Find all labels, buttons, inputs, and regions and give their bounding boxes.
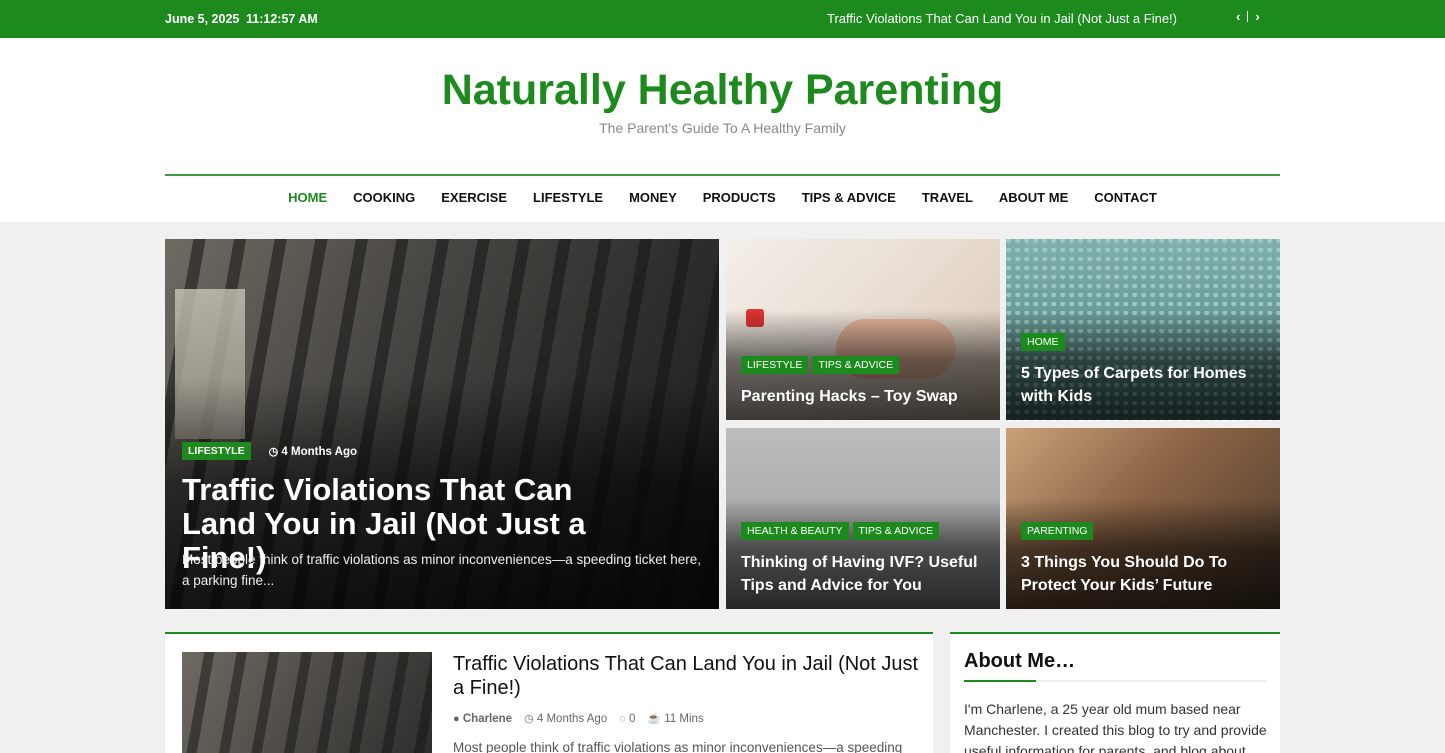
chevron-right-icon[interactable]: › [1255, 9, 1259, 24]
category-tag[interactable]: PARENTING [1021, 522, 1094, 540]
card-tags: PARENTING [1021, 521, 1268, 540]
about-widget: About Me… I'm Charlene, a 25 year old mu… [950, 632, 1280, 753]
post-excerpt: Most people think of traffic violations … [453, 740, 903, 753]
post-list-item: Traffic Violations That Can Land You in … [165, 632, 933, 753]
main-nav: HOME COOKING EXERCISE LIFESTYLE MONEY PR… [0, 190, 1445, 205]
post-card-ivf[interactable]: HEALTH & BEAUTY TIPS & ADVICE Thinking of… [726, 428, 1000, 609]
clock-icon: ◷ [268, 445, 279, 458]
nav-item-cooking[interactable]: COOKING [353, 190, 415, 205]
post-thumbnail[interactable] [182, 652, 432, 753]
post-time: ◷ 4 Months Ago [269, 445, 357, 458]
card-title[interactable]: 3 Things You Should Do To Protect Your K… [1021, 551, 1268, 597]
current-date: June 5, 2025 [165, 12, 240, 26]
post-meta: ● Charlene ◷ 4 Months Ago ◌ 0 ☕ 11 Mins [453, 712, 704, 726]
about-widget-text: I'm Charlene, a 25 year old mum based ne… [964, 701, 1267, 753]
nav-item-lifestyle[interactable]: LIFESTYLE [533, 190, 603, 205]
category-tag[interactable]: HEALTH & BEAUTY [741, 522, 849, 540]
featured-post-excerpt: Most people think of traffic violations … [182, 552, 702, 588]
current-time: 11:12:57 AM [246, 12, 318, 26]
author-name: Charlene [462, 712, 513, 725]
nav-item-money[interactable]: MONEY [629, 190, 677, 205]
post-comments[interactable]: ◌ 0 [619, 713, 635, 725]
card-title[interactable]: Thinking of Having IVF? Useful Tips and … [741, 551, 988, 597]
coffee-icon: ☕ [647, 713, 662, 725]
category-tag[interactable]: LIFESTYLE [741, 356, 809, 374]
card-content: HOME 5 Types of Carpets for Homes with K… [1021, 332, 1268, 408]
card-tags: HEALTH & BEAUTY TIPS & ADVICE [741, 521, 988, 540]
nav-item-home[interactable]: HOME [288, 190, 327, 205]
category-tag[interactable]: TIPS & ADVICE [852, 522, 940, 540]
widget-title-underline [964, 680, 1266, 682]
post-read-time: ☕ 11 Mins [647, 712, 703, 725]
nav-item-tips-advice[interactable]: TIPS & ADVICE [802, 190, 896, 205]
category-tag-lifestyle[interactable]: LIFESTYLE [182, 442, 251, 460]
about-widget-title: About Me… [964, 650, 1076, 672]
site-title-link[interactable]: Naturally Healthy Parenting [0, 66, 1445, 115]
post-title[interactable]: Traffic Violations That Can Land You in … [453, 652, 923, 700]
card-title[interactable]: 5 Types of Carpets for Homes with Kids [1021, 362, 1268, 408]
post-date: ◷ 4 Months Ago [524, 712, 607, 725]
card-content: PARENTING 3 Things You Should Do To Prot… [1021, 521, 1268, 597]
site-tagline: The Parent's Guide To A Healthy Family [599, 120, 846, 136]
nav-item-contact[interactable]: CONTACT [1094, 190, 1157, 205]
category-tag[interactable]: TIPS & ADVICE [812, 356, 900, 374]
card-content: HEALTH & BEAUTY TIPS & ADVICE Thinking of… [741, 521, 988, 597]
nav-item-exercise[interactable]: EXERCISE [441, 190, 507, 205]
featured-post-card[interactable]: LIFESTYLE ◷ 4 Months Ago Traffic Violati… [165, 239, 719, 609]
site-header: Naturally Healthy Parenting The Parent's… [0, 38, 1445, 222]
category-tag[interactable]: HOME [1021, 333, 1065, 351]
nav-item-products[interactable]: PRODUCTS [703, 190, 776, 205]
nav-item-about-me[interactable]: ABOUT ME [999, 190, 1068, 205]
post-date-label: 4 Months Ago [536, 713, 608, 725]
card-title[interactable]: Parenting Hacks – Toy Swap [741, 385, 988, 408]
ticker-divider [1247, 11, 1249, 22]
clock-icon: ◷ [524, 713, 534, 725]
comment-count: 0 [628, 712, 636, 725]
ticker-controls: ‹ › [1236, 9, 1260, 24]
card-tags: LIFESTYLE TIPS & ADVICE [741, 355, 988, 374]
post-time-label: 4 Months Ago [281, 445, 357, 458]
post-author[interactable]: ● Charlene [453, 713, 512, 725]
post-card-toy-swap[interactable]: LIFESTYLE TIPS & ADVICE Parenting Hacks –… [726, 239, 1000, 420]
card-content: LIFESTYLE TIPS & ADVICE Parenting Hacks –… [741, 355, 988, 408]
read-time-label: 11 Mins [664, 713, 704, 725]
user-icon: ● [453, 712, 460, 725]
post-card-kids-future[interactable]: PARENTING 3 Things You Should Do To Prot… [1006, 428, 1280, 609]
nav-item-travel[interactable]: TRAVEL [922, 190, 973, 205]
top-bar: June 5, 2025 11:12:57 AM Traffic Violati… [0, 0, 1445, 38]
featured-meta: LIFESTYLE ◷ 4 Months Ago [182, 442, 357, 460]
ticker-headline-link[interactable]: Traffic Violations That Can Land You in … [827, 11, 1177, 26]
post-card-carpets[interactable]: HOME 5 Types of Carpets for Homes with K… [1006, 239, 1280, 420]
card-tags: HOME [1021, 332, 1268, 351]
comment-icon: ◌ [619, 712, 626, 725]
nav-divider [165, 174, 1280, 176]
chevron-left-icon[interactable]: ‹ [1236, 9, 1240, 24]
